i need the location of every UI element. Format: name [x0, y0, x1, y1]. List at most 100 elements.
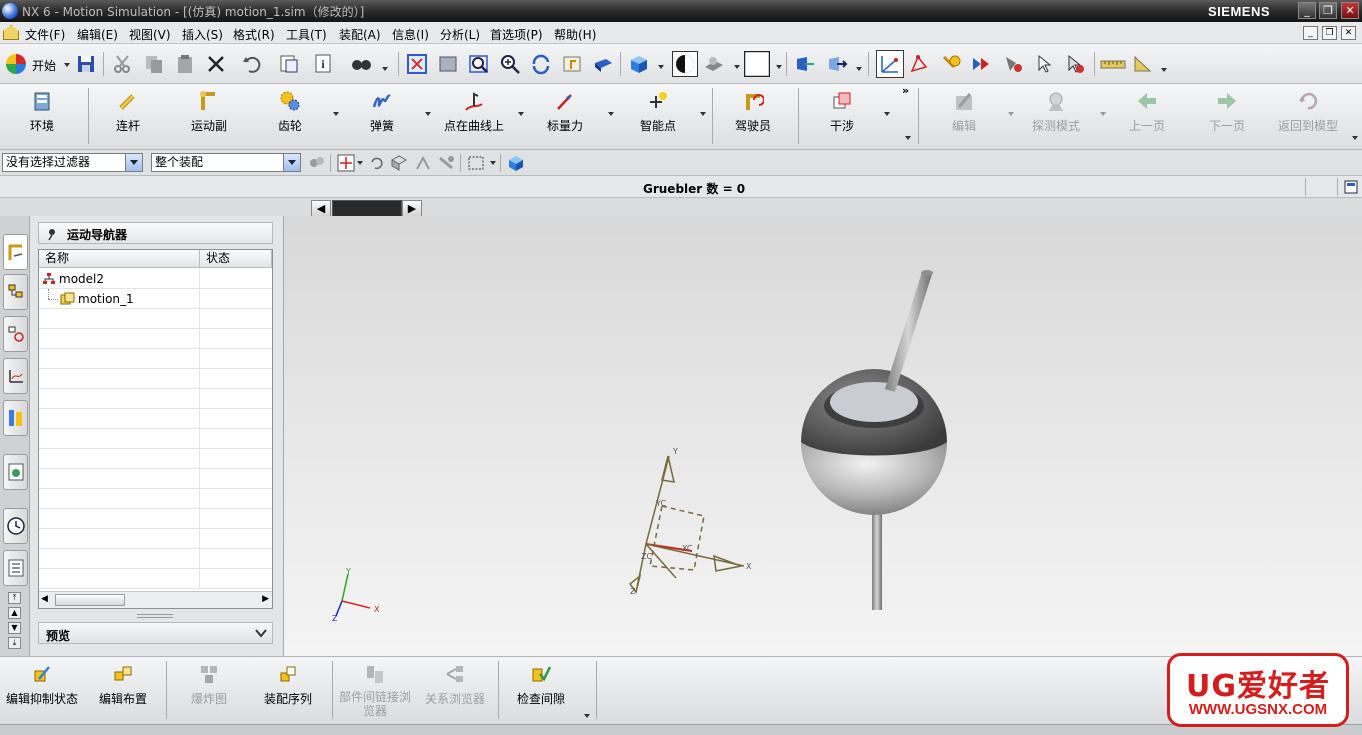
background-icon[interactable]	[703, 53, 725, 75]
menu-insert[interactable]: 插入(S)	[182, 26, 223, 43]
display-mode-icon[interactable]	[672, 51, 698, 77]
perspective-icon[interactable]	[592, 53, 614, 75]
web-browser-tab[interactable]	[3, 454, 28, 490]
environment-button[interactable]: 环境	[8, 88, 76, 144]
trace-icon[interactable]	[970, 53, 992, 75]
save-icon[interactable]	[75, 53, 97, 75]
selection-scope-select[interactable]: 整个装配	[151, 153, 301, 172]
home-icon[interactable]	[3, 25, 19, 40]
menu-edit[interactable]: 编辑(E)	[77, 26, 118, 43]
general-selection-icon[interactable]	[308, 154, 326, 172]
select-all-cube-icon[interactable]	[507, 154, 525, 172]
pin-icon[interactable]	[45, 227, 59, 241]
undo-selection-icon[interactable]	[368, 154, 384, 172]
tree-row-model[interactable]: model2	[39, 269, 272, 289]
ribbon-options-dropdown[interactable]	[1352, 136, 1358, 140]
full-screen-icon[interactable]	[1344, 180, 1358, 194]
splitter-grip[interactable]	[137, 614, 173, 618]
doc-close-button[interactable]: ✕	[1341, 26, 1356, 40]
scroll-bottom-icon[interactable]: ⤓	[8, 637, 21, 649]
restore-button[interactable]: ❐	[1319, 2, 1337, 19]
history-tab[interactable]	[3, 508, 28, 544]
menu-preferences[interactable]: 首选项(P)	[490, 26, 543, 43]
rotate-icon[interactable]	[530, 53, 552, 75]
zoom-window-icon[interactable]	[437, 53, 459, 75]
menu-tools[interactable]: 工具(T)	[286, 26, 327, 43]
assembly-navigator-tab[interactable]	[3, 274, 28, 310]
menu-help[interactable]: 帮助(H)	[554, 26, 596, 43]
motion-navigator-tab[interactable]	[3, 234, 28, 270]
system-materials-tab[interactable]	[3, 550, 28, 586]
edit-suppression-button[interactable]: 编辑抑制状态	[2, 661, 82, 717]
deselect-icon[interactable]	[1064, 53, 1086, 75]
fit-icon[interactable]	[406, 53, 428, 75]
gear-button[interactable]: 齿轮	[258, 88, 322, 144]
gear-dropdown[interactable]	[333, 112, 339, 116]
feature-select-icon[interactable]	[437, 154, 455, 172]
point-on-curve-dropdown[interactable]	[518, 112, 524, 116]
scroll-up-icon[interactable]: ▲	[8, 607, 21, 619]
close-button[interactable]: ✕	[1341, 2, 1359, 19]
copy-icon[interactable]	[143, 53, 165, 75]
probe-mode-button[interactable]: 探测模式	[1022, 88, 1090, 144]
zoom-in-out-icon[interactable]	[499, 53, 521, 75]
probe-mode-dropdown[interactable]	[1100, 112, 1106, 116]
snap-icon[interactable]	[908, 53, 930, 75]
scroll-down-icon[interactable]: ▼	[8, 622, 21, 634]
constraint-navigator-tab[interactable]	[3, 316, 28, 352]
preview-section[interactable]: 预览	[38, 622, 273, 644]
joint-button[interactable]: 运动副	[176, 88, 242, 144]
menu-info[interactable]: 信息(I)	[392, 26, 429, 43]
orient-view-icon[interactable]	[826, 53, 848, 75]
menu-format[interactable]: 格式(R)	[233, 26, 275, 43]
select-pointer-icon[interactable]	[1034, 53, 1056, 75]
toolbar-overflow-chevron-icon[interactable]: »	[902, 84, 909, 97]
navigator-scroll-thumb[interactable]	[55, 594, 125, 606]
check-clearance-button[interactable]: 检查间隙	[506, 661, 576, 717]
measure-distance-icon[interactable]	[1100, 53, 1126, 75]
snap-point-icon[interactable]	[337, 154, 355, 172]
edit-arrangement-button[interactable]: 编辑布置	[88, 661, 158, 717]
smart-point-button[interactable]: 智能点	[624, 88, 692, 144]
view-binocular-icon[interactable]	[350, 53, 372, 75]
paste-icon[interactable]	[174, 53, 196, 75]
scroll-left-icon[interactable]: ◀	[41, 594, 48, 604]
rectangle-select-icon[interactable]	[467, 154, 485, 172]
spring-button[interactable]: 弹簧	[350, 88, 414, 144]
scalar-force-dropdown[interactable]	[608, 112, 614, 116]
information-icon[interactable]: i	[313, 53, 335, 75]
part-navigator-tab[interactable]	[3, 358, 28, 394]
undo-icon[interactable]	[241, 53, 263, 75]
reuse-library-tab[interactable]	[3, 400, 28, 436]
point-on-curve-button[interactable]: 点在曲线上	[436, 88, 512, 144]
interference-button[interactable]: 干涉	[806, 88, 878, 144]
edit-button[interactable]: 编辑	[930, 88, 998, 144]
cut-icon[interactable]	[112, 53, 134, 75]
scroll-top-icon[interactable]: ⤒	[8, 592, 21, 604]
scalar-force-button[interactable]: 标量力	[532, 88, 598, 144]
menu-file[interactable]: 文件(F)	[25, 26, 65, 43]
shaded-cube-icon[interactable]	[628, 53, 650, 75]
prev-page-button[interactable]: 上一页	[1114, 88, 1180, 144]
point-dialog-icon[interactable]	[876, 50, 904, 78]
menu-view[interactable]: 视图(V)	[129, 26, 171, 43]
link-button[interactable]: 连杆	[96, 88, 160, 144]
column-header-status[interactable]: 状态	[200, 250, 272, 268]
type-filter-select[interactable]: 没有选择过滤器	[2, 153, 143, 172]
relations-browser-button[interactable]: 关系浏览器	[420, 661, 490, 717]
zoom-icon[interactable]	[468, 53, 490, 75]
measure-angle-icon[interactable]	[1132, 53, 1154, 75]
assembly-sequence-button[interactable]: 装配序列	[252, 661, 324, 717]
wcs-icon[interactable]	[794, 53, 816, 75]
toolbar-options-dropdown[interactable]	[905, 136, 911, 140]
edit-dropdown[interactable]	[1008, 112, 1014, 116]
scroll-right-icon[interactable]: ▶	[262, 594, 269, 604]
interference-dropdown[interactable]	[884, 112, 890, 116]
exploded-view-button[interactable]: 爆炸图	[174, 661, 244, 717]
cube-select-icon[interactable]	[390, 154, 408, 172]
driver-button[interactable]: 驾驶员	[720, 88, 786, 144]
start-button[interactable]: 开始	[4, 52, 70, 76]
graphics-window[interactable]: Y X Z YC XC ZC X Y Z	[284, 216, 1362, 656]
tree-row-motion[interactable]: motion_1	[39, 289, 272, 309]
pan-icon[interactable]	[561, 53, 583, 75]
